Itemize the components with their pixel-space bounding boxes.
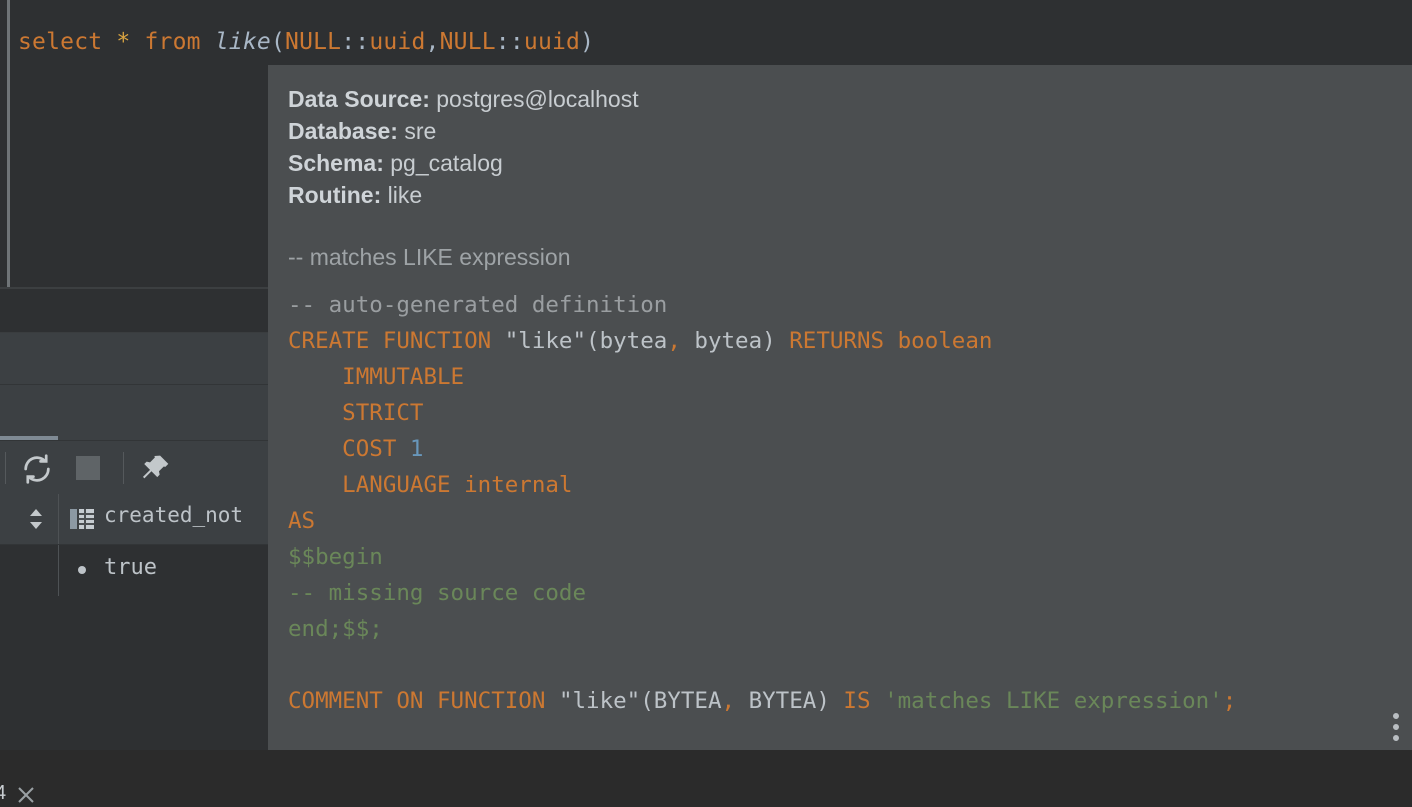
sql-keyword-select: select [18, 29, 103, 55]
code-line-immutable: IMMUTABLE [288, 359, 1398, 395]
doc-spacer-2 [288, 273, 1398, 287]
doc-database-label: Database: [288, 118, 398, 144]
sort-arrows-icon[interactable] [28, 508, 44, 530]
code-paren-open: ( [586, 328, 600, 354]
code-comment-string: 'matches LIKE expression' [884, 688, 1223, 714]
code-strict-kw: STRICT [288, 400, 424, 426]
code-comment-function-name: "like" [558, 688, 641, 714]
dot-3 [1393, 735, 1399, 741]
stop-icon[interactable] [76, 456, 100, 480]
code-arg2-type: bytea [694, 328, 763, 354]
code-line-create-function: CREATE FUNCTION "like"(bytea, bytea) RET… [288, 323, 1398, 359]
doc-schema-value: pg_catalog [383, 150, 503, 176]
code-immutable-kw: IMMUTABLE [288, 364, 465, 390]
dot-2 [1393, 724, 1399, 730]
doc-routine-label: Routine: [288, 182, 382, 208]
sql-comma: , [425, 29, 440, 55]
toolbar-separator-left [5, 452, 6, 484]
sql-type2: uuid [523, 29, 581, 55]
sql-arg2-null: NULL [439, 29, 496, 55]
code-dollar-begin: $$begin [288, 544, 383, 570]
doc-datasource-value: postgres@localhost [429, 86, 639, 112]
pin-icon[interactable] [138, 452, 172, 486]
more-vertical-icon[interactable] [1393, 708, 1403, 742]
code-line-end: end;$$; [288, 611, 1398, 647]
toolbar-separator-right [123, 452, 124, 484]
code-line-cost: COST 1 [288, 431, 1398, 467]
code-line-as: AS [288, 503, 1398, 539]
sql-type1: uuid [369, 29, 426, 55]
grid-column-header-label[interactable]: created_not [104, 503, 243, 527]
doc-routine-value: like [381, 182, 423, 208]
code-arg-comma: , [667, 328, 695, 354]
code-paren-close: ) [762, 328, 776, 354]
code-as-kw: AS [288, 508, 316, 534]
code-comment-paren-close: ) [816, 688, 830, 714]
results-tab-label[interactable]: 4 [0, 782, 6, 805]
code-line-missing-source: -- missing source code [288, 575, 1398, 611]
code-arg1-type: bytea [599, 328, 668, 354]
code-function-name: "like" [504, 328, 587, 354]
sql-cast2: :: [495, 29, 524, 55]
ide-window: select * from like(NULL::uuid,NULL::uuid… [0, 0, 1412, 804]
doc-schema-label: Schema: [288, 150, 384, 176]
code-comment-arg1: BYTEA [653, 688, 722, 714]
sql-close-paren: ) [580, 29, 595, 55]
code-line-strict: STRICT [288, 395, 1398, 431]
code-comment-comma: , [721, 688, 749, 714]
code-line-begin: $$begin [288, 539, 1398, 575]
doc-datasource-label: Data Source: [288, 86, 430, 112]
doc-description-comment: -- matches LIKE expression [288, 244, 571, 270]
doc-routine-line: Routine: like [288, 179, 1398, 211]
close-icon[interactable] [14, 783, 38, 807]
code-returns-clause: RETURNS boolean [775, 328, 993, 354]
sql-open-paren: ( [270, 29, 286, 55]
code-comment-paren-open: ( [640, 688, 654, 714]
code-language-kw: LANGUAGE internal [288, 472, 573, 498]
editor-gutter-marker [7, 0, 10, 288]
code-create-function-kw: CREATE FUNCTION [288, 328, 505, 354]
table-column-icon [70, 508, 94, 530]
code-auto-generated-comment: -- auto-generated definition [288, 292, 668, 318]
refresh-icon[interactable] [20, 452, 54, 486]
code-is-kw: IS [829, 688, 885, 714]
code-line-language: LANGUAGE internal [288, 467, 1398, 503]
doc-datasource-line: Data Source: postgres@localhost [288, 83, 1398, 115]
code-cost-value: 1 [409, 436, 424, 462]
sql-star: * [116, 29, 131, 55]
code-comment-arg2: BYTEA [748, 688, 817, 714]
code-comment-on-function-kw: COMMENT ON FUNCTION [288, 688, 559, 714]
documentation-content: Data Source: postgres@localhost Database… [288, 83, 1398, 719]
code-cost-kw: COST [288, 436, 410, 462]
sql-query-line[interactable]: select * from like(NULL::uuid,NULL::uuid… [18, 27, 594, 57]
cell-bullet-icon [78, 566, 86, 574]
doc-spacer-1 [288, 211, 1398, 241]
sql-arg1-null: NULL [285, 29, 342, 55]
dot-1 [1393, 713, 1399, 719]
doc-schema-line: Schema: pg_catalog [288, 147, 1398, 179]
sql-space [102, 29, 116, 55]
sql-cast1: :: [341, 29, 370, 55]
sql-space-2 [130, 29, 144, 55]
grid-cell-value[interactable]: true [104, 555, 157, 580]
grid-row-number-cell [0, 545, 59, 596]
doc-code-block[interactable]: -- auto-generated definition CREATE FUNCT… [288, 287, 1398, 719]
code-missing-source-comment: -- missing source code [288, 580, 587, 606]
code-line-comment: -- auto-generated definition [288, 287, 1398, 323]
code-dollar-end: end;$$; [288, 616, 383, 642]
doc-database-value: sre [397, 118, 437, 144]
sql-function-name: like [214, 29, 271, 55]
doc-database-line: Database: sre [288, 115, 1398, 147]
sql-keyword-from: from [144, 29, 201, 55]
code-semicolon: ; [1222, 688, 1237, 714]
sql-space-3 [201, 29, 215, 55]
documentation-popup[interactable]: Data Source: postgres@localhost Database… [268, 65, 1412, 750]
code-line-comment-on-function: COMMENT ON FUNCTION "like"(BYTEA, BYTEA)… [288, 683, 1398, 719]
